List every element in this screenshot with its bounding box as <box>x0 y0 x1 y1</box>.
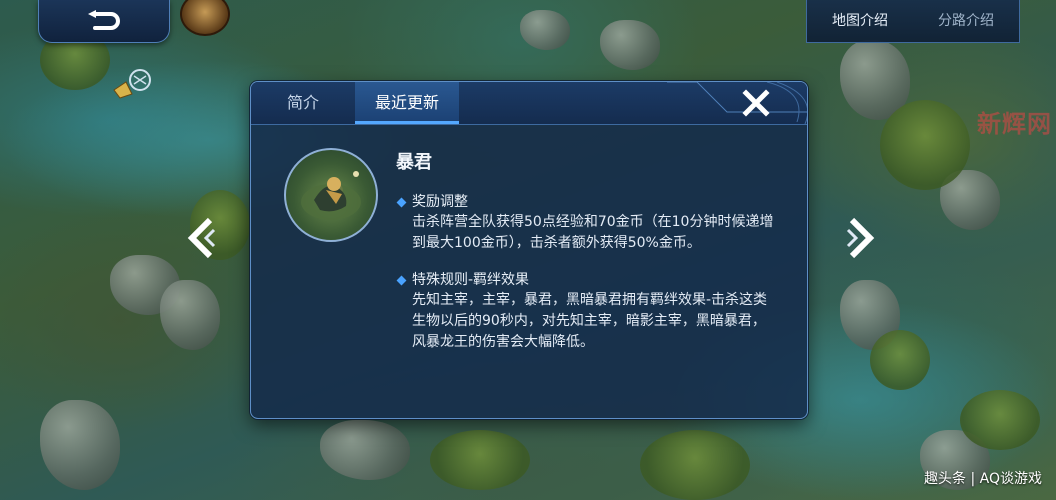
tab-map-intro[interactable]: 地图介绍 <box>807 0 913 42</box>
boss-portrait <box>284 148 378 242</box>
map-info-tabs: 地图介绍 分路介绍 <box>806 0 1020 43</box>
section-body: 先知主宰，主宰，暴君，黑暗暴君拥有羁绊效果-击杀这类 生物以后的90秒内，对先知… <box>412 292 768 350</box>
bullet-diamond-icon <box>396 275 407 285</box>
tab-recent-updates[interactable]: 最近更新 <box>355 82 459 124</box>
back-arrow-icon <box>88 10 120 30</box>
watermark-top: 新辉网 <box>977 110 1052 138</box>
boss-info-dialog: 简介 最近更新 暴君 奖励调整 击杀阵营全队获得50点经验和70金币（在10分钟… <box>250 81 808 419</box>
section-title-text: 奖励调整 <box>412 194 468 210</box>
grass-bush <box>960 390 1040 450</box>
header-decoration <box>667 82 807 124</box>
section-body: 击杀阵营全队获得50点经验和70金币（在10分钟时候递增 到最大100金币），击… <box>412 214 774 251</box>
grass-bush <box>880 100 970 190</box>
chevron-left-icon[interactable] <box>184 214 224 262</box>
update-section: 特殊规则-羁绊效果 先知主宰，主宰，暴君，黑暗暴君拥有羁绊效果-击杀这类 生物以… <box>396 270 806 353</box>
grass-bush <box>870 330 930 390</box>
game-screen: 地图介绍 分路介绍 简介 最近更新 暴君 奖励调整 击杀阵营全队获得50点经验和… <box>0 0 1056 500</box>
tab-lane-intro[interactable]: 分路介绍 <box>913 0 1019 42</box>
chevron-right-icon[interactable] <box>838 214 878 262</box>
dialog-header: 简介 最近更新 <box>251 82 807 125</box>
section-title-text: 特殊规则-羁绊效果 <box>412 272 530 288</box>
buff-marker-icon <box>113 69 151 99</box>
section-title: 特殊规则-羁绊效果 <box>396 270 806 290</box>
grass-bush <box>430 430 530 490</box>
boss-name: 暴君 <box>396 152 432 173</box>
tab-intro[interactable]: 简介 <box>251 82 355 124</box>
back-button[interactable] <box>38 0 170 43</box>
close-icon[interactable] <box>741 88 771 118</box>
grass-bush <box>640 430 750 500</box>
section-title: 奖励调整 <box>396 192 806 212</box>
watermark-bottom: 趣头条 | AQ谈游戏 <box>924 471 1042 487</box>
bullet-diamond-icon <box>396 197 407 207</box>
update-section: 奖励调整 击杀阵营全队获得50点经验和70金币（在10分钟时候递增 到最大100… <box>396 192 806 254</box>
boss-figure-icon <box>301 171 361 220</box>
